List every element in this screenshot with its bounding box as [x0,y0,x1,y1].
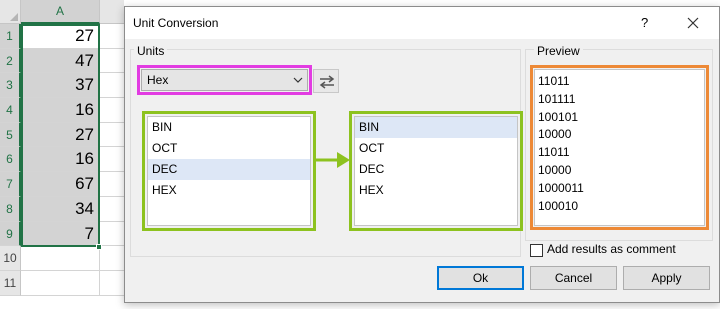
row-number[interactable]: 10 [0,246,21,271]
column-header-b[interactable] [100,0,124,24]
title-bar[interactable]: Unit Conversion ? [125,7,719,39]
add-comment-checkbox[interactable] [530,244,543,257]
swap-arrows-icon [319,75,335,89]
fill-handle[interactable] [96,244,102,250]
from-unit-item[interactable]: HEX [148,180,310,201]
help-button[interactable]: ? [641,15,648,30]
from-unit-item[interactable]: OCT [148,138,310,159]
to-unit-list[interactable]: BIN OCT DEC HEX [354,116,518,226]
cell-a4[interactable]: 16 [21,98,100,123]
cancel-button[interactable]: Cancel [530,266,617,290]
unit-type-value: Hex [147,73,169,87]
cell-a10[interactable] [21,246,100,271]
row-6: 6 16 [0,147,124,173]
row-11: 11 [0,270,124,296]
cell-b1[interactable] [100,24,124,49]
close-button[interactable] [681,11,705,35]
preview-value: 11011 [538,74,570,88]
add-comment-label[interactable]: Add results as comment [547,242,676,256]
cell-b7[interactable] [100,172,124,197]
cell-b8[interactable] [100,197,124,222]
cell-b2[interactable] [100,49,124,74]
select-all-corner[interactable] [0,0,21,24]
preview-value: 10000 [538,127,572,142]
row-8: 8 34 [0,196,124,222]
arrow-right-icon [315,152,350,168]
cell-b11[interactable] [100,271,124,296]
row-number[interactable]: 6 [0,147,21,173]
cell-b5[interactable] [100,123,124,148]
preview-highlight: 11011 101111 100101 10000 11011 10000 10… [530,65,709,230]
cell-a11[interactable] [21,270,100,296]
column-header-a[interactable]: A [21,0,100,24]
cell-b3[interactable] [100,73,124,99]
spreadsheet: A 1 27 2 47 3 37 4 16 5 27 6 16 7 67 8 3… [0,0,124,309]
row-number[interactable]: 9 [0,221,21,247]
preview-value: 1000011 [538,180,584,195]
from-unit-item-selected[interactable]: DEC [148,159,310,180]
cell-b10[interactable] [100,246,124,271]
to-unit-item[interactable]: DEC [355,159,517,180]
preview-value: 100010 [538,198,579,213]
row-4: 4 16 [0,98,124,123]
units-group-label: Units [134,44,168,58]
cell-a6[interactable]: 16 [21,147,100,173]
row-number[interactable]: 4 [0,98,21,123]
unit-type-select-highlight: Hex [137,65,312,95]
close-icon [687,17,699,29]
chevron-down-icon [293,77,303,83]
unit-type-select[interactable]: Hex [141,69,308,91]
cell-b4[interactable] [100,98,124,123]
apply-button[interactable]: Apply [623,266,710,290]
row-number[interactable]: 1 [0,24,21,49]
row-number[interactable]: 7 [0,172,21,197]
row-3: 3 37 [0,73,124,99]
cell-a3[interactable]: 37 [21,73,100,99]
preview-value: 11011 [538,145,570,160]
cell-a5[interactable]: 27 [21,122,100,148]
preview-value: 100101 [538,109,579,124]
row-10: 10 [0,246,124,271]
cell-a9[interactable]: 7 [21,221,100,247]
unit-conversion-dialog: Unit Conversion ? Units Hex BIN OCT DEC … [124,6,720,303]
from-unit-list[interactable]: BIN OCT DEC HEX [147,116,311,226]
cell-a2[interactable]: 47 [21,48,100,74]
from-unit-list-highlight: BIN OCT DEC HEX [142,111,316,231]
ok-button[interactable]: Ok [437,266,524,290]
swap-units-button[interactable] [313,69,339,93]
cell-a1[interactable]: 27 [21,24,100,49]
cell-b6[interactable] [100,147,124,173]
to-unit-item[interactable]: OCT [355,138,517,159]
row-9: 9 7 [0,221,124,247]
preview-list[interactable]: 11011 101111 100101 10000 11011 10000 10… [534,69,705,226]
row-number[interactable]: 11 [0,270,21,296]
cell-b9[interactable] [100,222,124,247]
preview-value: 101111 [538,91,576,106]
row-5: 5 27 [0,122,124,148]
row-7: 7 67 [0,172,124,197]
row-2: 2 47 [0,48,124,74]
rows: 1 27 2 47 3 37 4 16 5 27 6 16 7 67 8 34 … [0,24,124,296]
to-unit-item[interactable]: HEX [355,180,517,201]
to-unit-item-selected[interactable]: BIN [355,117,517,138]
preview-group-label: Preview [534,44,583,58]
dialog-title: Unit Conversion [133,16,219,30]
from-unit-item[interactable]: BIN [148,117,310,138]
row-number[interactable]: 2 [0,48,21,74]
preview-value: 10000 [538,162,572,177]
to-unit-list-highlight: BIN OCT DEC HEX [349,111,523,231]
row-number[interactable]: 3 [0,73,21,99]
row-number[interactable]: 8 [0,196,21,222]
cell-a8[interactable]: 34 [21,196,100,222]
row-number[interactable]: 5 [0,122,21,148]
cell-a7[interactable]: 67 [21,172,100,197]
row-1: 1 27 [0,24,124,49]
